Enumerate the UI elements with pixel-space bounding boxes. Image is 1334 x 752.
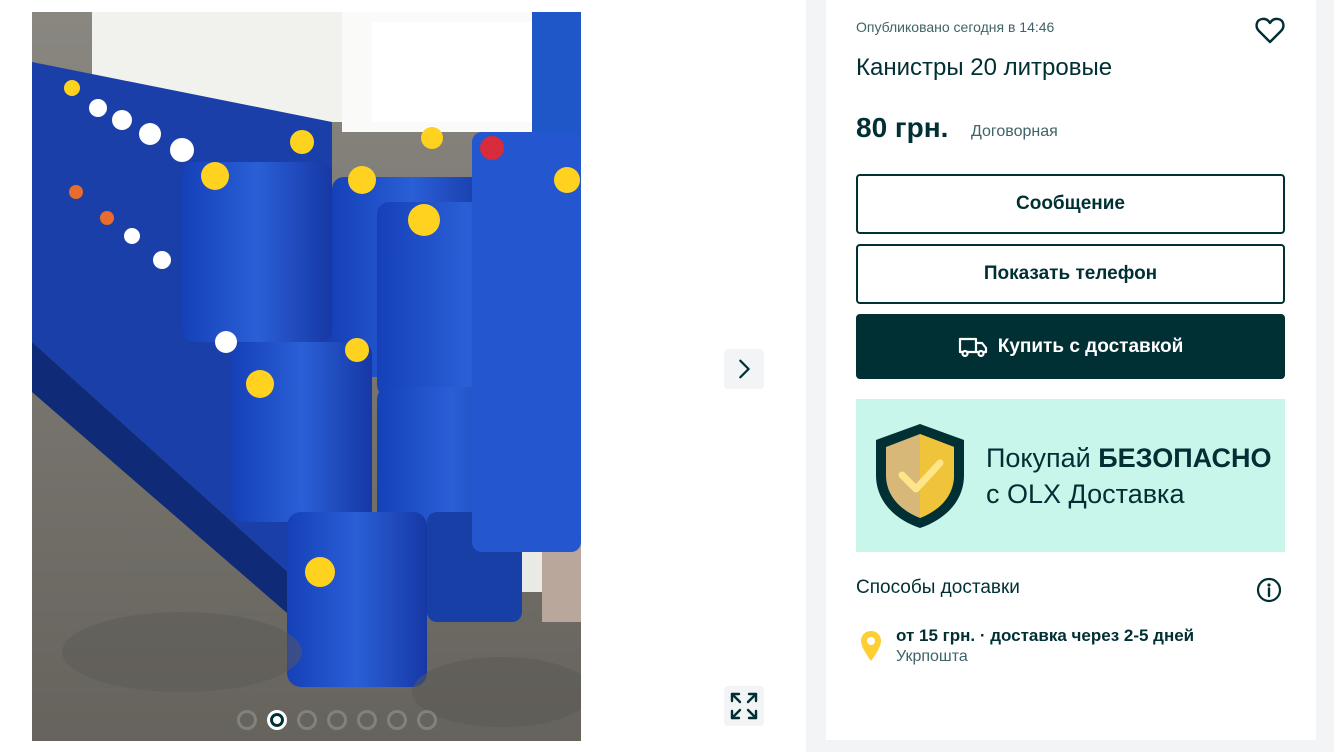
photo-dot[interactable] — [297, 710, 317, 730]
delivery-carrier: Укрпошта — [896, 648, 968, 665]
expand-icon — [730, 692, 758, 720]
banner-line2: с OLX Доставка — [986, 478, 1185, 509]
photo-dot-active[interactable] — [267, 710, 287, 730]
photo-dot[interactable] — [417, 710, 437, 730]
photo-dot[interactable] — [387, 710, 407, 730]
listing-price: 80 грн. — [856, 112, 949, 143]
image-gallery — [0, 0, 806, 752]
listing-info-panel: Опубликовано сегодня в 14:46 Канистры 20… — [826, 0, 1316, 740]
photo-dot[interactable] — [237, 710, 257, 730]
location-pin-icon — [861, 631, 881, 661]
delivery-methods-title: Способы доставки — [856, 577, 1020, 598]
listing-photo[interactable] — [32, 12, 581, 741]
show-phone-button[interactable]: Показать телефон — [856, 244, 1285, 304]
banner-line1-regular: Покупай — [986, 442, 1099, 473]
message-button[interactable]: Сообщение — [856, 174, 1285, 234]
listing-title: Канистры 20 литровые — [856, 54, 1113, 81]
next-photo-button[interactable] — [724, 349, 764, 389]
safe-delivery-banner[interactable]: Покупай БЕЗОПАСНО с OLX Доставка — [856, 399, 1285, 552]
buy-with-delivery-label: Купить с доставкой — [997, 335, 1184, 357]
info-icon[interactable] — [1256, 577, 1282, 603]
photo-dot[interactable] — [327, 710, 347, 730]
truck-icon — [958, 337, 987, 357]
posted-date: Опубликовано сегодня в 14:46 — [856, 19, 1055, 35]
heart-icon — [1255, 17, 1285, 44]
buy-with-delivery-button[interactable]: Купить с доставкой — [856, 314, 1285, 379]
chevron-right-icon — [739, 359, 750, 379]
shield-check-icon — [876, 423, 964, 528]
delivery-option-price: от 15 грн. · доставка через 2-5 дней — [896, 626, 1195, 645]
fullscreen-button[interactable] — [724, 686, 764, 726]
photo-pagination — [237, 710, 437, 730]
negotiable-label: Договорная — [971, 123, 1058, 140]
favorite-button[interactable] — [1254, 14, 1286, 46]
photo-dot[interactable] — [357, 710, 377, 730]
banner-line1-bold: БЕЗОПАСНО — [1098, 442, 1272, 473]
canisters-photo-illustration — [32, 12, 581, 741]
banner-text: Покупай БЕЗОПАСНО с OLX Доставка — [986, 440, 1271, 512]
